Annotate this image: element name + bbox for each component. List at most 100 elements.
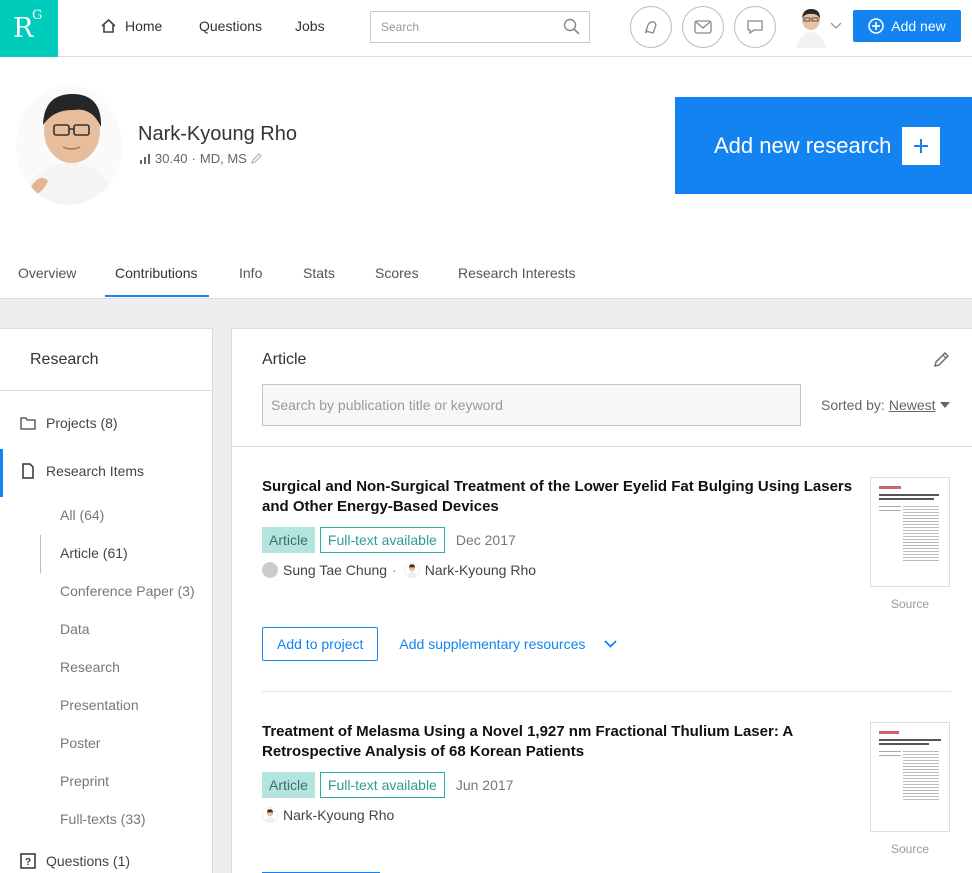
edit-pencil-icon[interactable] — [933, 351, 950, 368]
add-new-button[interactable]: Add new — [853, 10, 961, 42]
sidebar-sub-preprint[interactable]: Preprint — [60, 773, 109, 789]
sidebar-sub-conference-paper[interactable]: Conference Paper (3) — [60, 583, 195, 599]
publication-authors: Nark-Kyoung Rho — [262, 807, 394, 823]
chevron-down-icon[interactable] — [830, 22, 842, 30]
panel-title: Article — [262, 351, 307, 368]
publication-thumbnail[interactable] — [870, 477, 950, 587]
publication-item: Treatment of Melasma Using a Novel 1,927… — [262, 722, 952, 862]
publication-badges: Article Full-text available Dec 2017 — [262, 527, 516, 553]
publication-title[interactable]: Surgical and Non-Surgical Treatment of t… — [262, 477, 857, 517]
chat-button[interactable] — [734, 6, 776, 48]
tab-contributions[interactable]: Contributions — [115, 265, 198, 281]
document-icon — [22, 463, 34, 479]
author-name[interactable]: Nark-Kyoung Rho — [425, 562, 536, 578]
nav-home[interactable]: Home — [100, 18, 162, 34]
logo-letter-g: G — [32, 8, 43, 23]
sidebar-sub-poster[interactable]: Poster — [60, 735, 100, 751]
publication-actions: Add to project Add supplementary resourc… — [262, 627, 618, 661]
chevron-down-icon[interactable] — [604, 640, 618, 648]
sidebar-sub-article[interactable]: Article (61) — [60, 545, 128, 561]
author-name[interactable]: Sung Tae Chung — [283, 562, 387, 578]
nav-jobs[interactable]: Jobs — [295, 18, 325, 34]
logo-letter-r: R — [13, 13, 34, 44]
publication-item: Surgical and Non-Surgical Treatment of t… — [262, 477, 952, 687]
search-icon[interactable] — [563, 18, 581, 36]
tab-stats[interactable]: Stats — [303, 265, 335, 281]
publication-authors: Sung Tae Chung · Nark-Kyoung Rho — [262, 562, 536, 578]
sort-control[interactable]: Sorted by: Newest — [821, 397, 950, 413]
author-avatar — [262, 562, 278, 578]
add-to-project-button[interactable]: Add to project — [262, 627, 379, 661]
profile-degree: MD, MS — [199, 151, 247, 166]
sidebar-sub-active-indicator — [40, 535, 41, 573]
author-separator: · — [392, 562, 397, 578]
sidebar-item-questions-label: Questions (1) — [46, 853, 131, 869]
profile-header: Nark-Kyoung Rho 30.40 · MD, MS Add new r… — [0, 57, 972, 299]
publication-badges: Article Full-text available Jun 2017 — [262, 772, 513, 798]
fulltext-badge: Full-text available — [319, 772, 445, 798]
sidebar-sub-research[interactable]: Research — [60, 659, 120, 675]
home-icon — [101, 18, 116, 33]
sort-label: Sorted by: — [821, 397, 885, 413]
profile-name: Nark-Kyoung Rho — [138, 123, 297, 145]
sidebar-title: Research — [30, 351, 99, 368]
add-new-label: Add new — [891, 18, 946, 34]
sidebar-item-projects[interactable]: Projects (8) — [20, 415, 118, 431]
nav-questions[interactable]: Questions — [199, 18, 262, 34]
question-box-icon: ? — [20, 853, 36, 869]
plus-circle-icon — [868, 18, 884, 34]
tab-scores[interactable]: Scores — [375, 265, 419, 281]
publication-divider — [262, 691, 951, 692]
sort-value: Newest — [888, 397, 936, 413]
caret-down-icon — [939, 402, 950, 408]
publication-source[interactable]: Source — [870, 842, 950, 856]
pencil-icon[interactable] — [251, 153, 262, 164]
profile-tabs: Overview Contributions Info Stats Scores… — [0, 252, 972, 298]
sidebar-active-indicator — [0, 449, 3, 497]
sidebar-item-projects-label: Projects (8) — [46, 415, 118, 431]
envelope-icon — [694, 20, 712, 34]
plus-icon — [902, 127, 940, 165]
user-avatar-image — [794, 6, 828, 48]
author-avatar — [403, 562, 420, 578]
publications-panel: Article Sorted by: Newest Surgical and N… — [231, 328, 972, 873]
researchgate-logo[interactable]: R G — [0, 0, 58, 57]
author-name[interactable]: Nark-Kyoung Rho — [283, 807, 394, 823]
sidebar-item-research-items[interactable]: Research Items — [20, 463, 144, 479]
add-new-research-button[interactable]: Add new research — [675, 97, 972, 194]
profile-photo — [16, 85, 122, 205]
tab-info[interactable]: Info — [239, 265, 262, 281]
publication-thumbnail[interactable] — [870, 722, 950, 832]
publication-search-input[interactable] — [263, 385, 800, 425]
publication-source[interactable]: Source — [870, 597, 950, 611]
add-supplementary-resources-link[interactable]: Add supplementary resources — [399, 636, 618, 652]
bell-icon — [644, 21, 657, 34]
tab-research-interests[interactable]: Research Interests — [458, 265, 576, 281]
publication-date: Dec 2017 — [455, 532, 516, 548]
document-preview — [879, 486, 939, 561]
document-preview — [879, 731, 941, 800]
score-separator: · — [191, 151, 196, 166]
user-avatar[interactable] — [794, 6, 828, 48]
add-supplementary-label: Add supplementary resources — [399, 636, 586, 652]
sidebar-sub-presentation[interactable]: Presentation — [60, 697, 139, 713]
profile-avatar[interactable] — [16, 85, 122, 205]
sidebar-sub-data[interactable]: Data — [60, 621, 90, 637]
top-navigation: R G Home Questions Jobs Add new — [0, 0, 972, 57]
fulltext-badge: Full-text available — [319, 527, 445, 553]
nav-questions-label: Questions — [199, 18, 263, 34]
tab-overview[interactable]: Overview — [18, 265, 76, 281]
sidebar-sub-full-texts[interactable]: Full-texts (33) — [60, 811, 146, 827]
sidebar-item-research-items-label: Research Items — [46, 463, 145, 479]
research-sidebar: Research Projects (8) Research Items All… — [0, 328, 213, 873]
bar-chart-icon — [140, 153, 150, 164]
sidebar-sub-all[interactable]: All (64) — [60, 507, 104, 523]
sidebar-divider — [0, 390, 212, 391]
sidebar-item-questions[interactable]: ? Questions (1) — [20, 853, 130, 869]
nav-jobs-label: Jobs — [295, 18, 325, 34]
add-research-label: Add new research — [714, 133, 892, 158]
publication-title[interactable]: Treatment of Melasma Using a Novel 1,927… — [262, 722, 857, 762]
messages-button[interactable] — [682, 6, 724, 48]
top-search-input[interactable] — [371, 12, 561, 42]
notifications-button[interactable] — [630, 6, 672, 48]
